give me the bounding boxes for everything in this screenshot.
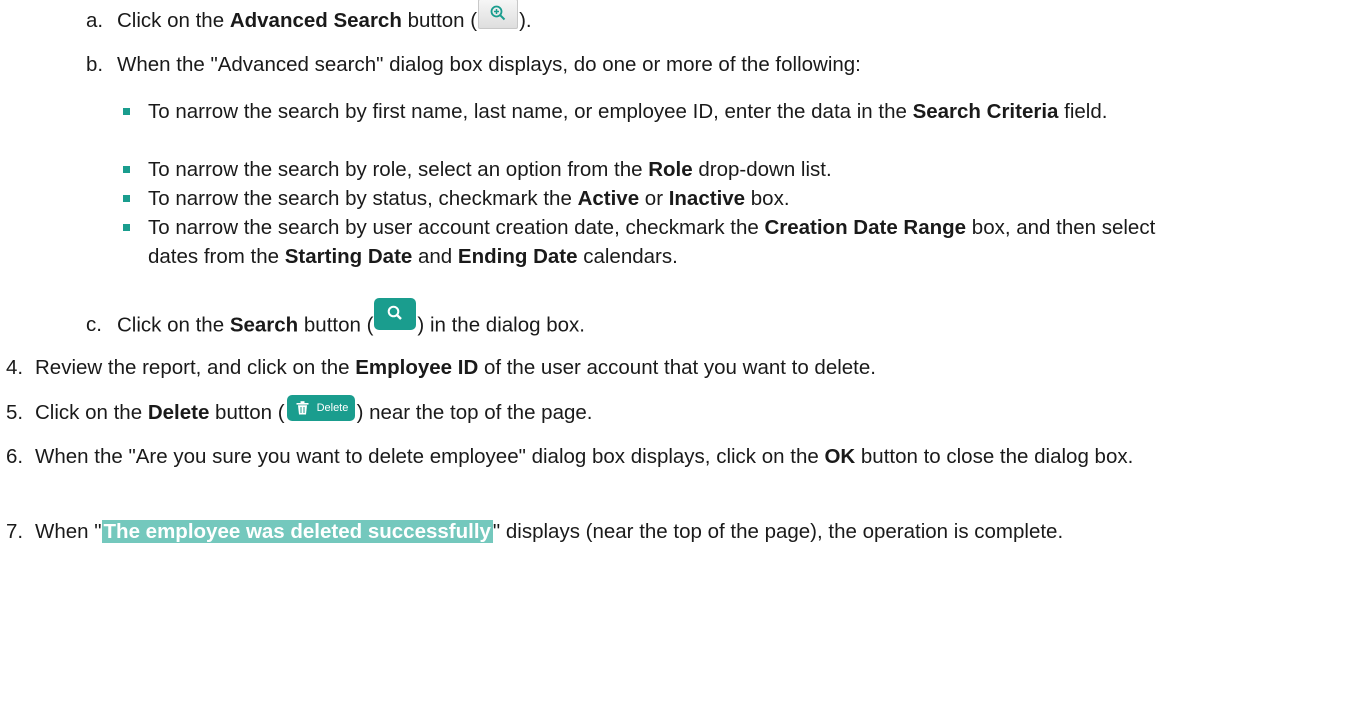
bullet-marker: [123, 108, 130, 115]
bullet-marker: [123, 166, 130, 173]
advanced-search-button[interactable]: [478, 0, 519, 29]
step-a-marker: a.: [86, 9, 104, 32]
bullet-text: To narrow the search by status, checkmar…: [148, 187, 790, 210]
step-7-text: When "The employee was deleted successfu…: [35, 520, 1064, 543]
employee-id-label: Employee ID: [355, 356, 479, 379]
step-a-text: Click on the Advanced Search button ().: [117, 0, 532, 37]
bullet-text: To narrow the search by user account cre…: [148, 216, 1156, 268]
search-icon: [388, 305, 403, 320]
advanced-search-label: Advanced Search: [229, 9, 402, 32]
step-b-marker: b.: [86, 53, 104, 76]
step-5-marker: 5.: [6, 401, 24, 424]
step-4-marker: 4.: [6, 356, 24, 379]
step-b-text: When the "Advanced search" dialog box di…: [117, 53, 861, 76]
step-6-marker: 6.: [6, 445, 24, 468]
bullet-text: To narrow the search by role, select an …: [148, 158, 832, 181]
step-7-marker: 7.: [6, 520, 24, 543]
step-5-text: Click on the Delete button (Delete) near…: [35, 394, 592, 427]
zoom-in-icon: [490, 5, 506, 20]
step-7: 7. When "The employee was deleted succes…: [0, 517, 1340, 575]
list-item: To narrow the search by user account cre…: [0, 213, 1340, 271]
bullet-marker: [123, 224, 130, 231]
trash-icon: [296, 400, 309, 415]
step-6: 6. When the "Are you sure you want to de…: [0, 442, 1340, 500]
step-6-text: When the "Are you sure you want to delet…: [35, 445, 1134, 468]
bullet-text: To narrow the search by first name, last…: [148, 100, 1108, 123]
delete-label: Delete: [147, 401, 210, 424]
bullet-marker: [123, 195, 130, 202]
ok-label: OK: [824, 445, 856, 468]
success-message: The employee was deleted successfully: [101, 520, 493, 543]
list-item: To narrow the search by first name, last…: [0, 97, 1340, 155]
step-c-text: Click on the Search button () in the dia…: [117, 298, 585, 342]
search-label: Search: [229, 313, 299, 337]
search-button[interactable]: [374, 298, 417, 330]
delete-button-label: Delete: [316, 401, 349, 414]
delete-button[interactable]: Delete: [286, 394, 355, 421]
step-4-text: Review the report, and click on the Empl…: [35, 356, 876, 379]
step-c-marker: c.: [86, 313, 102, 336]
